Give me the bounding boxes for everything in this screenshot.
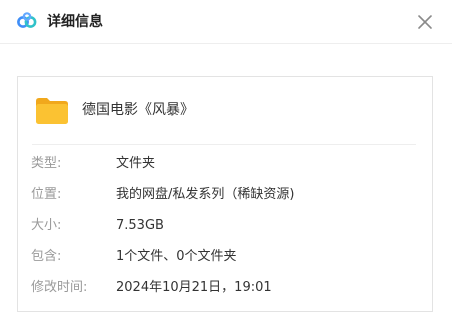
dialog-title: 详细信息 (47, 14, 103, 30)
detail-row-contains: 包含: 1个文件、0个文件夹 (18, 247, 432, 267)
detail-value: 文件夹 (116, 156, 156, 171)
folder-icon (36, 98, 68, 124)
detail-value: 1个文件、0个文件夹 (116, 249, 237, 264)
detail-row-location: 位置: 我的网盘/私发系列（稀缺资源) (18, 185, 432, 205)
detail-label: 包含: (31, 249, 62, 264)
file-name: 德国电影《风暴》 (82, 102, 194, 118)
detail-row-size: 大小: 7.53GB (18, 216, 432, 236)
details-card: 德国电影《风暴》 类型: 文件夹 位置: 我的网盘/私发系列（稀缺资源) 大小:… (17, 76, 433, 312)
detail-label: 类型: (31, 156, 62, 171)
title-bar: 详细信息 (0, 0, 452, 44)
detail-value: 7.53GB (116, 218, 164, 233)
detail-label: 大小: (31, 218, 62, 233)
detail-label: 修改时间: (31, 280, 88, 295)
divider (32, 144, 416, 145)
close-icon[interactable] (415, 12, 435, 32)
detail-label: 位置: (31, 187, 62, 202)
detail-value: 我的网盘/私发系列（稀缺资源) (116, 187, 295, 202)
cloud-logo-icon (17, 12, 37, 28)
detail-row-type: 类型: 文件夹 (18, 154, 432, 174)
detail-value: 2024年10月21日，19:01 (116, 280, 272, 295)
detail-row-modified: 修改时间: 2024年10月21日，19:01 (18, 278, 432, 298)
